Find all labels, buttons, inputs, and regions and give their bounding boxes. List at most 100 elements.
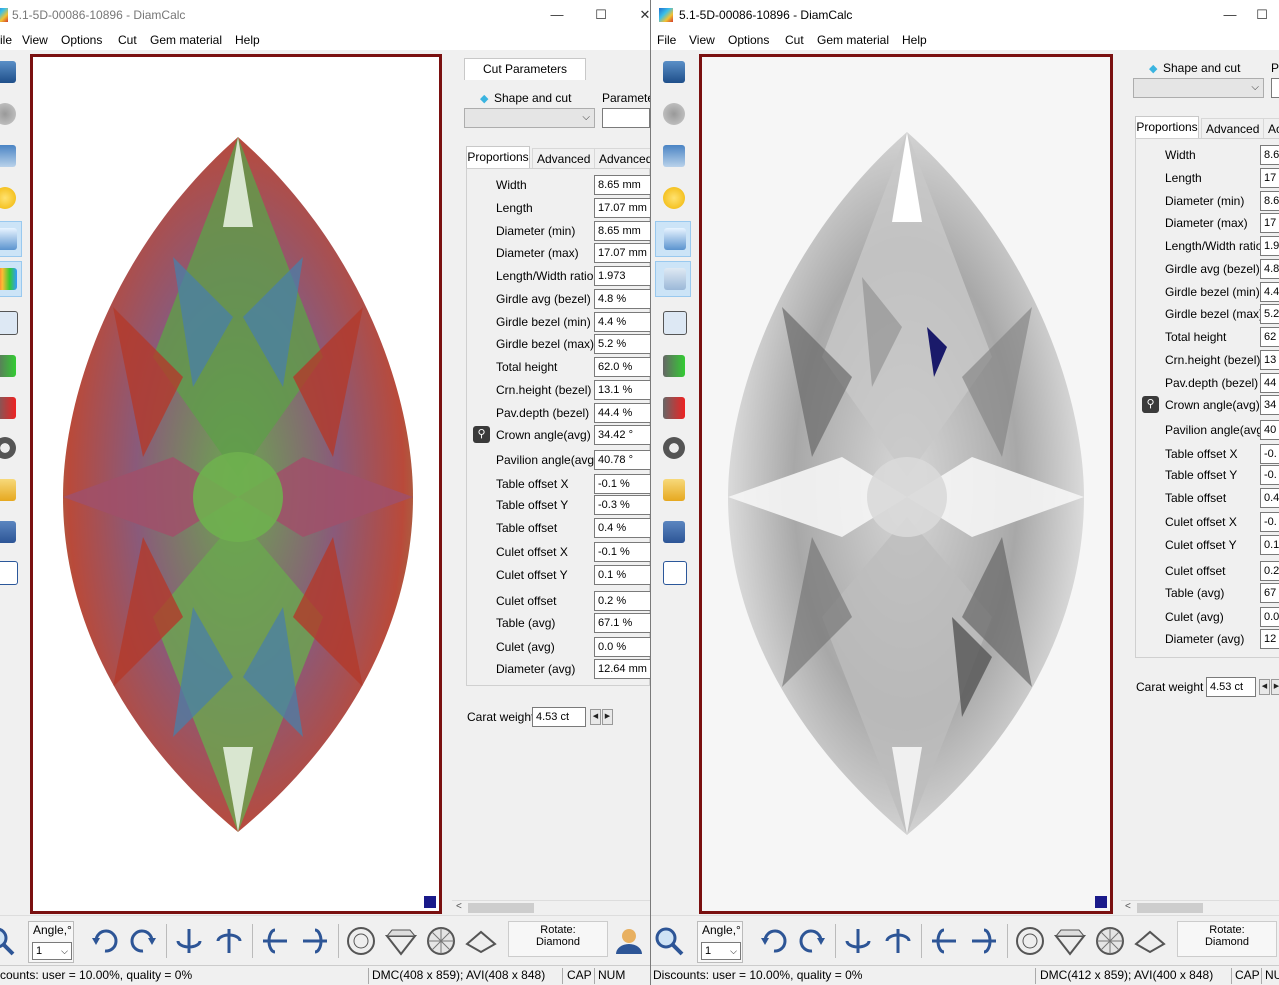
bottom-view-icon[interactable]: [424, 924, 458, 958]
parameters-field[interactable]: [1271, 78, 1279, 98]
proportion-value-field[interactable]: 40: [1260, 420, 1279, 440]
proportion-value-field[interactable]: 0.1 %: [594, 565, 650, 585]
proportion-value-field[interactable]: 62.0 %: [594, 357, 650, 377]
flip-vertical-icon[interactable]: [927, 924, 961, 958]
top-view-icon[interactable]: [344, 924, 378, 958]
menu-view[interactable]: View: [22, 33, 48, 47]
user-settings-icon[interactable]: [612, 924, 646, 958]
rotate-mode[interactable]: Rotate: Diamond: [508, 921, 608, 957]
parameters-field[interactable]: [602, 108, 650, 128]
rotate-cw-icon[interactable]: [88, 924, 122, 958]
inclusion-icon[interactable]: [0, 97, 22, 133]
angle-select[interactable]: 1 ⌵: [32, 942, 72, 960]
menu-cut[interactable]: Cut: [118, 33, 137, 47]
viewport-resize-corner[interactable]: [1095, 896, 1107, 908]
flip-horizontal-icon[interactable]: [172, 924, 206, 958]
proportion-value-field[interactable]: 13.1 %: [594, 380, 650, 400]
carat-increment-button[interactable]: ▶: [1271, 679, 1279, 695]
shape-and-cut-dropdown[interactable]: ⌵: [1133, 78, 1264, 98]
menu-help[interactable]: Help: [235, 33, 260, 47]
proportion-value-field[interactable]: 0.1: [1260, 535, 1279, 555]
proportion-value-field[interactable]: 1.9: [1260, 236, 1279, 256]
paint-bucket-icon[interactable]: [0, 139, 22, 175]
zoom-icon[interactable]: [0, 924, 16, 958]
photo-icon[interactable]: [655, 305, 691, 341]
proportion-value-field[interactable]: 44.4 %: [594, 403, 650, 423]
top-view-icon[interactable]: [1013, 924, 1047, 958]
zoom-icon[interactable]: [651, 924, 685, 958]
tab-cut-parameters[interactable]: Cut Parameters: [464, 58, 586, 80]
open-folder-icon[interactable]: [0, 473, 22, 509]
tab-advanced-2[interactable]: Ac: [1263, 118, 1279, 138]
proportion-value-field[interactable]: -0.1 %: [594, 542, 650, 562]
film-play-icon[interactable]: [655, 349, 691, 385]
film-record-icon[interactable]: [0, 391, 22, 427]
flip-horizontal-reverse-icon[interactable]: [881, 924, 915, 958]
lock-icon[interactable]: ⚲: [1142, 396, 1159, 413]
proportion-value-field[interactable]: 62: [1260, 327, 1279, 347]
maximize-button[interactable]: ☐: [586, 3, 616, 27]
proportion-value-field[interactable]: 34.42 °: [594, 425, 650, 445]
proportion-value-field[interactable]: -0.: [1260, 465, 1279, 485]
proportion-value-field[interactable]: 8.6: [1260, 145, 1279, 165]
open-folder-icon[interactable]: [655, 473, 691, 509]
proportion-value-field[interactable]: 17: [1260, 168, 1279, 188]
menu-gem-material[interactable]: Gem material: [817, 33, 889, 47]
proportion-value-field[interactable]: 40.78 °: [594, 450, 650, 470]
proportion-value-field[interactable]: 12.64 mm: [594, 659, 650, 679]
bottom-view-icon[interactable]: [1093, 924, 1127, 958]
shape-and-cut-dropdown[interactable]: ⌵: [464, 108, 595, 128]
spectrum-icon[interactable]: [655, 261, 691, 297]
proportion-value-field[interactable]: 4.8: [1260, 259, 1279, 279]
paint-bucket-icon[interactable]: [655, 139, 691, 175]
flip-horizontal-reverse-icon[interactable]: [212, 924, 246, 958]
proportion-value-field[interactable]: 4.4 %: [594, 312, 650, 332]
word-document-icon[interactable]: [0, 555, 22, 591]
proportion-value-field[interactable]: 8.65 mm: [594, 175, 650, 195]
tab-advanced-2[interactable]: Advanced: [594, 148, 650, 168]
tab-advanced[interactable]: Advanced: [1201, 118, 1265, 138]
reel-icon[interactable]: [0, 431, 22, 467]
menu-options[interactable]: Options: [728, 33, 769, 47]
menu-file[interactable]: ile: [0, 33, 12, 47]
light-bulb-icon[interactable]: [0, 181, 22, 217]
panel-horizontal-scrollbar[interactable]: <: [452, 900, 650, 915]
ray-trace-icon[interactable]: [655, 221, 691, 257]
proportion-value-field[interactable]: 0.2 %: [594, 591, 650, 611]
proportion-value-field[interactable]: 8.65 mm: [594, 221, 650, 241]
menu-file[interactable]: File: [657, 33, 676, 47]
panel-horizontal-scrollbar[interactable]: <: [1121, 900, 1279, 915]
proportion-value-field[interactable]: 5.2 %: [594, 334, 650, 354]
proportion-value-field[interactable]: 8.6: [1260, 191, 1279, 211]
menu-options[interactable]: Options: [61, 33, 102, 47]
carat-weight-field[interactable]: 4.53 ct: [532, 707, 586, 727]
proportion-value-field[interactable]: -0.: [1260, 512, 1279, 532]
proportion-value-field[interactable]: 0.0: [1260, 607, 1279, 627]
proportion-value-field[interactable]: 5.2: [1260, 304, 1279, 324]
light-bulb-icon[interactable]: [655, 181, 691, 217]
word-document-icon[interactable]: [655, 555, 691, 591]
photo-icon[interactable]: [0, 305, 22, 341]
proportion-value-field[interactable]: 12: [1260, 629, 1279, 649]
scroll-left-icon[interactable]: <: [1125, 901, 1131, 912]
tab-proportions[interactable]: Proportions: [1135, 116, 1199, 138]
flip-vertical-reverse-icon[interactable]: [967, 924, 1001, 958]
diamond-viewport[interactable]: [699, 54, 1113, 914]
spectrum-icon[interactable]: [0, 261, 22, 297]
lock-icon[interactable]: ⚲: [473, 426, 490, 443]
diamond-viewport[interactable]: [30, 54, 442, 914]
tab-proportions[interactable]: Proportions: [466, 146, 530, 168]
diamond-icon[interactable]: [655, 55, 691, 91]
proportion-value-field[interactable]: 0.4 %: [594, 518, 650, 538]
title-bar[interactable]: 5.1-5D-00086-10896 - DiamCalc — ☐ ✕: [0, 0, 650, 30]
proportion-value-field[interactable]: 67: [1260, 583, 1279, 603]
maximize-button[interactable]: ☐: [1247, 3, 1277, 27]
menu-view[interactable]: View: [689, 33, 715, 47]
rotate-ccw-icon[interactable]: [126, 924, 160, 958]
flip-vertical-reverse-icon[interactable]: [298, 924, 332, 958]
proportion-value-field[interactable]: 67.1 %: [594, 613, 650, 633]
inclusion-icon[interactable]: [655, 97, 691, 133]
proportion-value-field[interactable]: 44: [1260, 373, 1279, 393]
menu-cut[interactable]: Cut: [785, 33, 804, 47]
perspective-view-icon[interactable]: [464, 924, 498, 958]
